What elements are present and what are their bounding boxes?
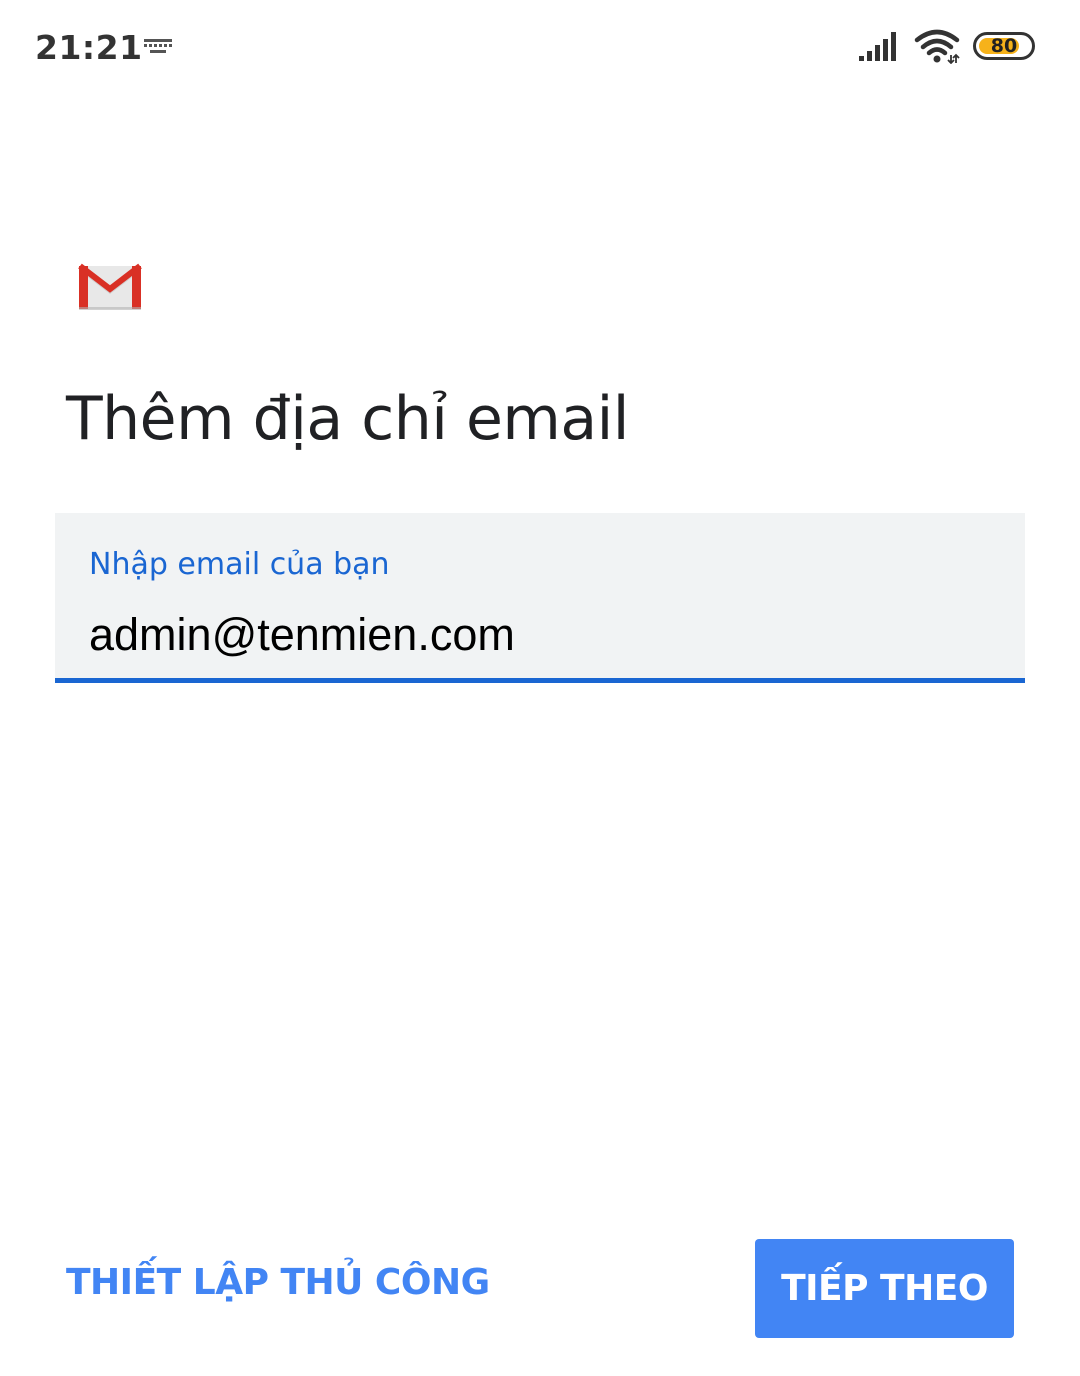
signal-icon bbox=[859, 32, 896, 61]
email-field-label: Nhập email của bạn bbox=[89, 547, 390, 582]
status-time: 21:21 bbox=[35, 28, 143, 67]
wifi-icon bbox=[914, 29, 960, 64]
battery-level: 80 bbox=[990, 35, 1018, 57]
next-button[interactable]: TIẾP THEO bbox=[755, 1239, 1014, 1338]
manual-setup-button[interactable]: THIẾT LẬP THỦ CÔNG bbox=[66, 1262, 490, 1303]
gmail-icon bbox=[78, 263, 142, 310]
email-field-value[interactable]: admin@tenmien.com bbox=[89, 609, 515, 661]
status-bar: 21:21 80 bbox=[0, 0, 1080, 96]
battery-icon: 80 bbox=[973, 32, 1035, 60]
keyboard-icon bbox=[144, 39, 172, 53]
email-input[interactable]: Nhập email của bạn admin@tenmien.com bbox=[55, 513, 1025, 683]
page-title: Thêm địa chỉ email bbox=[66, 384, 629, 454]
